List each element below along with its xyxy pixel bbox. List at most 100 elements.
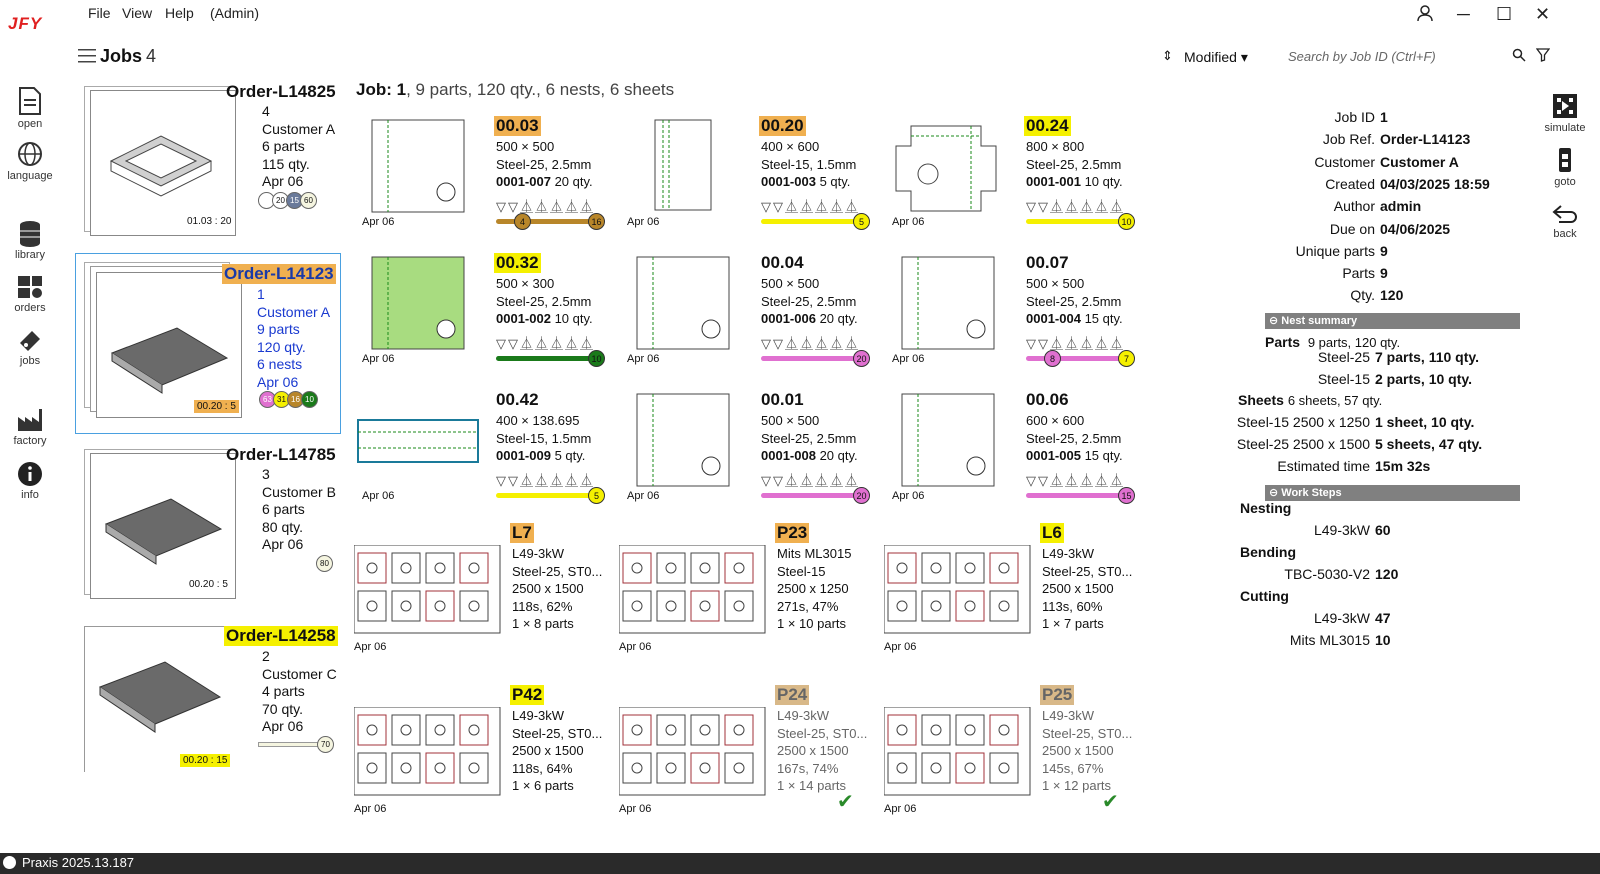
sidebar-factory[interactable]: factory: [6, 405, 54, 447]
job-summary-header: Job: 1, 9 parts, 120 qty., 6 nests, 6 sh…: [356, 80, 675, 99]
part-drawing: [357, 419, 479, 463]
sidebar-language[interactable]: language: [6, 140, 54, 182]
user-icon[interactable]: [1416, 4, 1434, 27]
progress-dot: 4: [514, 213, 531, 230]
sidebar-jobs[interactable]: jobs: [6, 327, 54, 367]
goto-button[interactable]: goto: [1540, 146, 1590, 188]
summary-row: Steel-15 2500 x 1250 1 sheet, 10 qty.: [1235, 414, 1525, 434]
part-id: 00.07: [1026, 253, 1069, 272]
menu-view[interactable]: View: [122, 5, 152, 21]
nest-summary-header[interactable]: ⊖ Nest summary: [1265, 313, 1520, 329]
info-icon: [18, 462, 42, 486]
close-button[interactable]: ✕: [1535, 4, 1550, 25]
operation-icons: ▽▽⏅⏅⏅⏅⏅: [1026, 336, 1125, 351]
nest-id: P23: [775, 523, 810, 543]
chevron-down-icon: ▾: [1240, 49, 1248, 65]
detail-value: 04/06/2025: [1380, 220, 1451, 237]
work-steps-header[interactable]: ⊖ Work Steps: [1265, 485, 1520, 501]
part-card[interactable]: Apr 06 00.07 500 × 500 Steel-25, 2.5mm 0…: [886, 253, 1146, 373]
menu-help[interactable]: Help: [165, 5, 194, 21]
nest-details: L49-3kW Steel-25, ST0... 2500 x 1500 118…: [512, 546, 603, 631]
operation-icons: ▽▽⏅⏅⏅⏅⏅: [761, 199, 860, 214]
part-date: Apr 06: [627, 216, 660, 228]
detail-key: Due on: [1329, 220, 1375, 237]
part-drawing: [636, 393, 730, 487]
part-drawing: [901, 256, 995, 350]
progress-dot: 10: [588, 350, 605, 367]
summary-row: Steel-25 7 parts, 110 qty.: [1235, 349, 1525, 369]
detail-key: Author: [1333, 198, 1375, 215]
summary-value: 60: [1375, 522, 1391, 538]
part-details: 500 × 500 Steel-25, 2.5mm 0001-006 20 qt…: [761, 276, 858, 326]
search-input[interactable]: Search by Job ID (Ctrl+F): [1288, 49, 1488, 64]
sort-dropdown[interactable]: Modified ▾: [1184, 49, 1248, 66]
progress-dot: 15: [1118, 487, 1135, 504]
operation-icons: ▽▽⏅⏅⏅⏅⏅: [496, 473, 595, 488]
part-id: 00.42: [496, 390, 539, 409]
job-meta: 2 Customer C4 parts 70 qty. Apr 06: [262, 648, 337, 734]
sidebar-info[interactable]: info: [6, 461, 54, 501]
summary-value: 15m 32s: [1375, 458, 1431, 474]
minimize-button[interactable]: ─: [1457, 4, 1470, 25]
part-drawing: [636, 256, 730, 350]
nest-card[interactable]: Apr 06 P42 L49-3kW Steel-25, ST0... 2500…: [354, 685, 614, 835]
summary-key: TBC-5030-V2: [1284, 566, 1370, 582]
nest-card[interactable]: Apr 06 P24 L49-3kW Steel-25, ST0... 2500…: [619, 685, 879, 835]
part-card[interactable]: Apr 06 00.42 400 × 138.695 Steel-15, 1.5…: [356, 390, 616, 510]
nest-card[interactable]: Apr 06 L6 L49-3kW Steel-25, ST0... 2500 …: [884, 523, 1144, 673]
globe-icon: [18, 142, 42, 166]
operation-icons: ▽▽⏅⏅⏅⏅⏅: [761, 473, 860, 488]
summary-row: TBC-5030-V2 120: [1235, 566, 1525, 586]
progress-dot: 7: [1118, 350, 1135, 367]
sidebar-library[interactable]: library: [6, 219, 54, 261]
detail-key: Qty.: [1350, 287, 1375, 304]
nest-card[interactable]: Apr 06 P25 L49-3kW Steel-25, ST0... 2500…: [884, 685, 1144, 835]
summary-row: Mits ML3015 10: [1235, 632, 1525, 652]
detail-key: Parts: [1342, 265, 1375, 282]
part-progress-bar: [496, 493, 596, 498]
filter-icon[interactable]: [1535, 48, 1551, 67]
part-date: Apr 06: [892, 490, 925, 502]
sidebar-open[interactable]: open: [6, 86, 54, 130]
sidebar-label-library: library: [15, 249, 45, 261]
part-progress-bar: [1026, 493, 1126, 498]
menu-file[interactable]: File: [88, 5, 111, 21]
sort-icon[interactable]: ⇕: [1162, 48, 1173, 64]
menu-admin[interactable]: (Admin): [210, 5, 259, 21]
job-card[interactable]: Order-L14785 3 Customer B6 parts 80 qty. Ap…: [78, 445, 348, 605]
nest-drawing: [884, 545, 1031, 634]
summary-row: L49-3kW 47: [1235, 610, 1525, 630]
operation-icons: ▽▽⏅⏅⏅⏅⏅: [1026, 199, 1125, 214]
sidebar-orders[interactable]: orders: [6, 274, 54, 314]
simulate-button[interactable]: simulate: [1540, 92, 1590, 134]
job-name: Order-L14825: [226, 82, 336, 101]
part-details: 500 × 500 Steel-25, 2.5mm 0001-008 20 qt…: [761, 413, 858, 463]
part-card[interactable]: Apr 06 00.03 500 × 500 Steel-25, 2.5mm 0…: [356, 116, 616, 236]
search-icon[interactable]: [1512, 48, 1526, 65]
nest-date: Apr 06: [619, 803, 652, 815]
check-icon: ✔: [837, 791, 854, 813]
part-card[interactable]: Apr 06 00.24 800 × 800 Steel-25, 2.5mm 0…: [886, 116, 1146, 236]
job-timer: 01.03 : 20: [187, 216, 232, 227]
detail-row: Job Ref. Order-L14123: [1255, 131, 1525, 151]
nest-card[interactable]: Apr 06 P23 Mits ML3015 Steel-15 2500 x 1…: [619, 523, 879, 673]
detail-row: Unique parts 9: [1255, 243, 1525, 263]
maximize-button[interactable]: ☐: [1496, 4, 1512, 25]
nest-card[interactable]: Apr 06 L7 L49-3kW Steel-25, ST0... 2500 …: [354, 523, 614, 673]
nest-date: Apr 06: [884, 803, 917, 815]
part-card[interactable]: Apr 06 00.04 500 × 500 Steel-25, 2.5mm 0…: [621, 253, 881, 373]
back-label: back: [1553, 228, 1577, 240]
job-card[interactable]: Order-L14825 4 Customer A6 parts 115 qty. A…: [78, 82, 348, 242]
back-button[interactable]: back: [1540, 202, 1590, 240]
summary-key: Steel-25 2500 x 1500: [1236, 436, 1370, 452]
part-card[interactable]: Apr 06 00.06 600 × 600 Steel-25, 2.5mm 0…: [886, 390, 1146, 510]
summary-value: 120: [1375, 566, 1399, 582]
part-card[interactable]: Apr 06 00.32 500 × 300 Steel-25, 2.5mm 0…: [356, 253, 616, 373]
job-card[interactable]: Order-L14258 2 Customer C4 parts 70 qty. Ap…: [78, 626, 348, 776]
operation-icons: ▽▽⏅⏅⏅⏅⏅: [761, 336, 860, 351]
part-card[interactable]: Apr 06 00.01 500 × 500 Steel-25, 2.5mm 0…: [621, 390, 881, 510]
job-card-selected[interactable]: Order-L14123 1 Customer A9 parts 120 qty. 6…: [75, 253, 341, 434]
part-drawing: [371, 119, 465, 213]
hamburger-icon[interactable]: [78, 47, 96, 68]
part-card[interactable]: Apr 06 00.20 400 × 600 Steel-15, 1.5mm 0…: [621, 116, 881, 236]
